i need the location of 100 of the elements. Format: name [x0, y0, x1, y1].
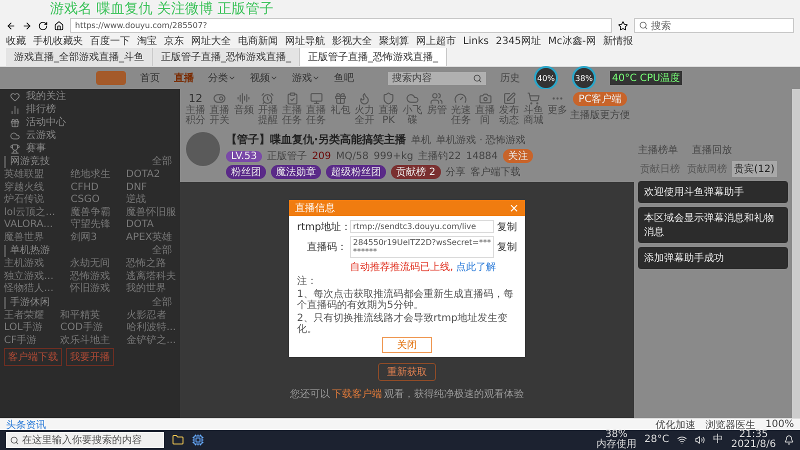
sidebar-item[interactable]: 活动中心	[4, 117, 176, 129]
game-link[interactable]: 金铲铲之...	[126, 334, 176, 347]
game-link[interactable]: 永劫无间	[70, 258, 110, 270]
game-link[interactable]: 魔兽世界	[4, 232, 56, 244]
more-link[interactable]: 全部	[152, 245, 172, 257]
news-link[interactable]: 头条资讯	[6, 418, 46, 432]
nav-link[interactable]: 鱼吧	[334, 71, 354, 85]
close-dialog-button[interactable]: 关闭	[382, 336, 432, 352]
game-link[interactable]: 剑网3	[70, 232, 111, 244]
tool-icon[interactable]	[430, 92, 444, 105]
tool-icon[interactable]	[502, 92, 516, 105]
sidebar-item[interactable]: 我的关注	[4, 91, 176, 103]
game-link[interactable]: 炉石传说	[4, 194, 56, 206]
game-link[interactable]: CF手游	[4, 334, 44, 347]
bookmark[interactable]: 京东	[164, 34, 184, 48]
game-link[interactable]: 主机游戏	[4, 258, 54, 270]
nav-link[interactable]: 直播	[174, 71, 194, 85]
tool-icon[interactable]	[526, 92, 540, 105]
game-link[interactable]: 火影忍者	[126, 310, 176, 322]
tool-icon[interactable]	[454, 92, 468, 105]
fan-badge[interactable]: 超级粉丝团	[326, 165, 386, 179]
tool-label[interactable]: 发布动态	[498, 106, 521, 126]
folder-icon[interactable]	[172, 434, 184, 446]
browser-tab[interactable]: 正版管子直播_恐怖游戏直播_	[153, 48, 300, 66]
tool-icon[interactable]	[286, 92, 299, 105]
pc-client-button[interactable]: PC客户端	[573, 92, 626, 106]
tool-icon[interactable]	[213, 92, 226, 105]
scrollbar[interactable]	[792, 89, 800, 418]
zoom-level[interactable]: 100%	[765, 419, 794, 430]
game-link[interactable]: 王者荣耀	[4, 310, 44, 322]
game-link[interactable]: 魔兽争霸	[70, 206, 111, 219]
game-link[interactable]: 怀旧游戏	[70, 283, 110, 296]
copy-link[interactable]: 复制	[497, 220, 517, 234]
game-link[interactable]: COD手游	[60, 322, 110, 334]
game-link[interactable]: 和平精英	[60, 310, 110, 322]
stream-category[interactable]: 单机	[411, 132, 432, 146]
volume-icon[interactable]	[695, 435, 706, 445]
back-icon[interactable]	[6, 20, 16, 30]
game-link[interactable]: 恐怖之路	[126, 258, 176, 270]
game-link[interactable]: DOTA	[126, 219, 176, 232]
site-search-field[interactable]: 搜索内容	[388, 72, 486, 84]
bookmark[interactable]: 网上超市	[416, 34, 456, 48]
taskbar-search-field[interactable]: 在这里输入你要搜索的内容	[6, 432, 164, 448]
tool-label[interactable]: 斗鱼商城	[522, 106, 545, 126]
bookmark[interactable]: 聚划算	[379, 34, 409, 48]
nav-link[interactable]: 游戏	[292, 71, 320, 85]
bookmark[interactable]: 新情报	[602, 34, 633, 48]
more-link[interactable]: 全部	[152, 156, 172, 168]
status-item[interactable]: 优化加速	[655, 418, 696, 432]
game-link[interactable]: 怪物猎人...	[4, 283, 54, 296]
notification-icon[interactable]	[784, 435, 794, 445]
input-field[interactable]: rtmp://sendtc3.douyu.com/live	[350, 220, 494, 233]
fan-badge[interactable]: 魔法勋章	[271, 165, 321, 179]
game-link[interactable]: LOL手游	[4, 322, 44, 334]
tool-label[interactable]: 礼包	[330, 106, 350, 116]
search-field[interactable]: 搜索	[634, 18, 794, 33]
browser-tab[interactable]: 游戏直播_全部游戏直播_斗鱼	[6, 48, 153, 66]
status-item[interactable]: 浏览器医生	[705, 418, 756, 432]
bookmark[interactable]: 百度一下	[90, 34, 130, 48]
tool-label[interactable]: 火力全开	[352, 106, 376, 126]
nav-link[interactable]: 首页	[140, 71, 160, 85]
refetch-button[interactable]: 重新获取	[378, 362, 436, 380]
follow-button[interactable]: 关注	[502, 149, 533, 163]
reload-icon[interactable]	[38, 20, 48, 30]
bookmark[interactable]: 网址大全	[191, 34, 231, 48]
more-link[interactable]: 全部	[152, 296, 172, 308]
share-link[interactable]: 分享	[446, 165, 466, 179]
sidebar-item[interactable]: 赛事	[4, 143, 176, 155]
bookmark[interactable]: 淘宝	[137, 34, 157, 48]
ranking-link[interactable]: 直播回放	[692, 143, 732, 157]
bookmark[interactable]: 2345网址	[496, 34, 542, 48]
game-link[interactable]: VALORA...	[4, 219, 56, 232]
client-link[interactable]: 客户端下载	[470, 165, 521, 179]
tool-icon[interactable]	[358, 92, 371, 105]
tool-label[interactable]: 直播PK	[377, 106, 400, 126]
forward-icon[interactable]	[22, 20, 32, 30]
bookmark[interactable]: 影视大全	[332, 34, 372, 48]
fan-badge[interactable]: 粉丝团	[226, 165, 266, 179]
close-button[interactable]: ×	[508, 200, 519, 214]
tool-label[interactable]: 直播间	[474, 106, 497, 126]
rank-badge[interactable]: 贡献榜 2	[391, 165, 441, 179]
game-link[interactable]: 穿越火线	[4, 182, 56, 194]
bookmark[interactable]: 网址导航	[285, 34, 325, 48]
history-link[interactable]: 历史	[500, 71, 520, 85]
star-icon[interactable]	[618, 20, 628, 30]
game-link[interactable]: CSGO	[70, 194, 111, 206]
sidebar-item[interactable]: 排行榜	[4, 104, 176, 116]
tool-label[interactable]: 主播积分	[184, 106, 208, 126]
game-link[interactable]: lol云顶之...	[4, 206, 56, 219]
bookmark[interactable]: 手机收藏夹	[33, 34, 83, 48]
tool-label[interactable]: 开播提醒	[256, 106, 280, 126]
wifi-icon[interactable]	[677, 435, 688, 445]
chip-icon[interactable]	[192, 434, 204, 446]
ranking-link[interactable]: 主播榜单	[638, 143, 678, 157]
game-link[interactable]: 守望先锋	[70, 219, 111, 232]
tool-icon[interactable]	[237, 92, 250, 105]
game-link[interactable]: DOTA2	[126, 169, 176, 182]
game-link[interactable]: 独立游戏...	[4, 270, 54, 283]
copy-link[interactable]: 复制	[497, 240, 517, 254]
ime-indicator[interactable]: 中	[713, 435, 724, 445]
